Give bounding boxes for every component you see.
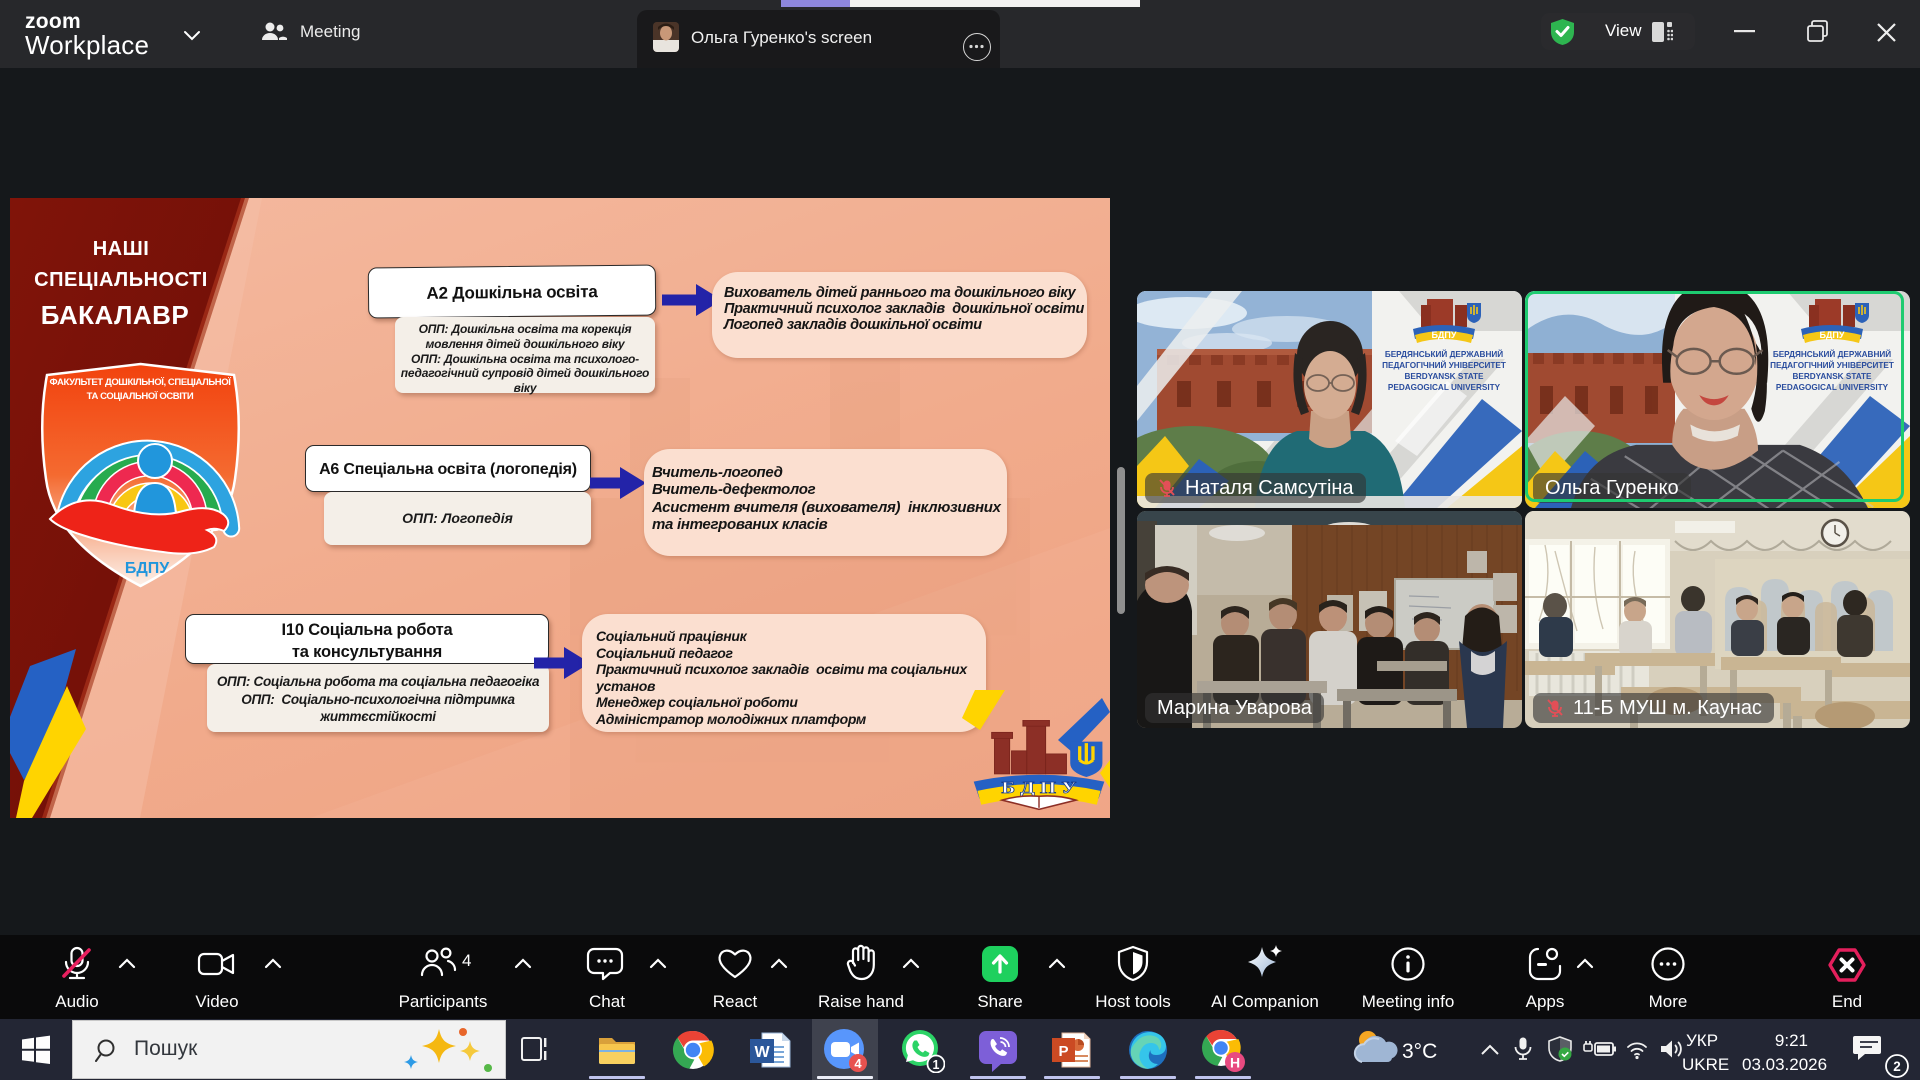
svg-text:W: W <box>754 1044 770 1061</box>
svg-text:ТА СОЦІАЛЬНОЇ ОСВІТИ: ТА СОЦІАЛЬНОЇ ОСВІТИ <box>87 391 194 402</box>
svg-text:ФАКУЛЬТЕТ ДОШКІЛЬНОЇ, СПЕЦІАЛЬ: ФАКУЛЬТЕТ ДОШКІЛЬНОЇ, СПЕЦІАЛЬНОЇ <box>50 377 232 388</box>
svg-text:БЕРДЯНСЬКИЙ ДЕРЖАВНИЙ: БЕРДЯНСЬКИЙ ДЕРЖАВНИЙ <box>1385 348 1503 359</box>
svg-text:BERDYANSK STATE: BERDYANSK STATE <box>1404 372 1484 381</box>
svg-text:Б Д П У: Б Д П У <box>1001 779 1076 798</box>
svg-text:4: 4 <box>462 951 471 970</box>
svg-text:H: H <box>1230 1055 1240 1071</box>
svg-text:ПЕДАГОГІЧНИЙ УНІВЕРСИТЕТ: ПЕДАГОГІЧНИЙ УНІВЕРСИТЕТ <box>1382 359 1506 370</box>
svg-text:БДПУ: БДПУ <box>125 560 170 577</box>
svg-text:БДПУ: БДПУ <box>1432 330 1457 340</box>
svg-text:PEDAGOGICAL UNIVERSITY: PEDAGOGICAL UNIVERSITY <box>1388 383 1501 392</box>
svg-text:P: P <box>1058 1043 1068 1060</box>
svg-text:2: 2 <box>1893 1059 1901 1074</box>
svg-text:1: 1 <box>933 1058 940 1072</box>
